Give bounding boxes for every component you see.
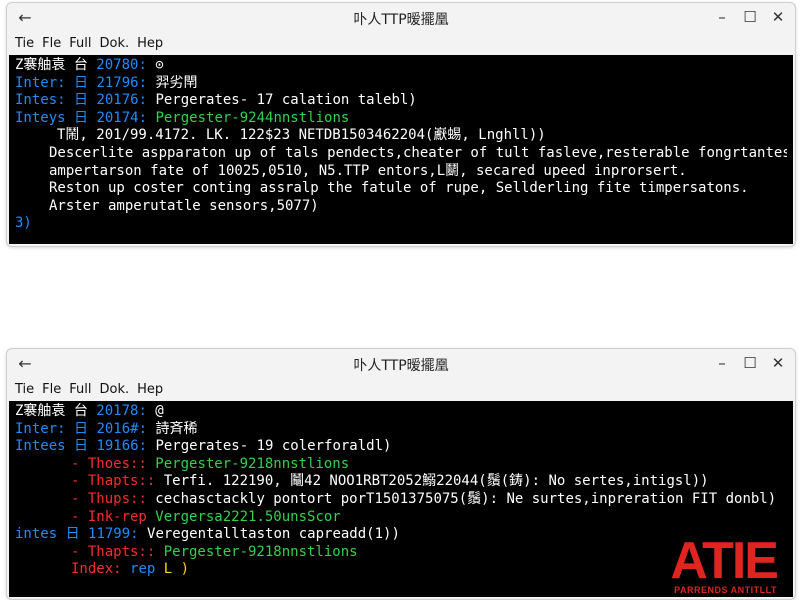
terminal-line: T鬧, 201/99.4172. LK. 122$23 NETDB1503462…	[57, 127, 546, 144]
menu-full[interactable]: Full	[65, 34, 95, 53]
minimize-icon[interactable]: –	[711, 353, 733, 373]
terminal-line: ampertarson fate of 10025,0510, N5.TTP e…	[49, 162, 687, 179]
title-bar: ← 卟人TTP暧擺凰 – ☐ ✕	[7, 349, 795, 377]
terminal-line: Z褰舳袁 台 20178: @	[15, 403, 164, 419]
terminal-line: - Thapts:: Terfi. 122190, 鬮42 NOO1RBT205…	[71, 473, 709, 490]
terminal-window-2: ← 卟人TTP暧擺凰 – ☐ ✕ Tie Fle Full Dok. Hep Z…	[6, 348, 796, 600]
window-title: 卟人TTP暧擺凰	[353, 12, 449, 28]
terminal-output[interactable]: Z褰舳袁 台 20780: ⊙ Inter: 日 21796: 羿劣閈 Inte…	[9, 55, 793, 244]
back-arrow-icon[interactable]: ←	[15, 353, 35, 373]
window-title: 卟人TTP暧擺凰	[353, 358, 449, 374]
close-icon[interactable]: ✕	[767, 7, 789, 27]
menu-tie[interactable]: Tie	[11, 380, 38, 399]
menu-fle[interactable]: Fle	[38, 380, 65, 399]
terminal-line: Intes: 日 20176: Pergerates- 17 calation …	[15, 92, 417, 109]
menu-dok[interactable]: Dok.	[95, 34, 133, 53]
maximize-icon[interactable]: ☐	[739, 7, 761, 27]
terminal-line: Arster amperutatle sensors,5077)	[49, 197, 319, 214]
terminal-line: - Thoes:: Pergester-9218nnstlions	[71, 455, 350, 472]
terminal-line: Reston up coster conting assralp the fat…	[49, 180, 749, 197]
back-arrow-icon[interactable]: ←	[15, 7, 35, 27]
menu-bar: Tie Fle Full Dok. Hep	[7, 31, 795, 55]
menu-fle[interactable]: Fle	[38, 34, 65, 53]
menu-hep[interactable]: Hep	[133, 380, 167, 399]
menu-hep[interactable]: Hep	[133, 34, 167, 53]
terminal-line: Z褰舳袁 台 20780: ⊙	[15, 57, 164, 73]
menu-dok[interactable]: Dok.	[95, 380, 133, 399]
terminal-line: Inter: 日 21796: 羿劣閈	[15, 74, 198, 91]
terminal-line: Inteys 日 20174: Pergester-9244nnstlions	[15, 109, 350, 126]
menu-bar: Tie Fle Full Dok. Hep	[7, 377, 795, 401]
menu-tie[interactable]: Tie	[11, 34, 38, 53]
text-cursor: L )	[163, 561, 190, 578]
terminal-line: - Thups:: cechasctackly pontort porT1501…	[71, 490, 777, 507]
close-icon[interactable]: ✕	[767, 353, 789, 373]
menu-full[interactable]: Full	[65, 380, 95, 399]
terminal-window-1: ← 卟人TTP暧擺凰 – ☐ ✕ Tie Fle Full Dok. Hep Z…	[6, 2, 796, 247]
logo-watermark: ATIE PARRENDS ANTITLLT	[670, 532, 779, 595]
terminal-line: - Ink-rep Vergersa2221.50unsScor	[71, 508, 341, 525]
terminal-line: Intees 日 19166: Pergerates- 19 colerfora…	[15, 438, 392, 455]
terminal-prompt: 3)	[15, 215, 32, 232]
terminal-line: Descerlite aspparaton up of tals pendect…	[49, 144, 787, 161]
minimize-icon[interactable]: –	[711, 7, 733, 27]
title-bar: ← 卟人TTP暧擺凰 – ☐ ✕	[7, 3, 795, 31]
maximize-icon[interactable]: ☐	[739, 353, 761, 373]
terminal-line: Inter: 日 2016#: 詩斉稀	[15, 420, 198, 437]
